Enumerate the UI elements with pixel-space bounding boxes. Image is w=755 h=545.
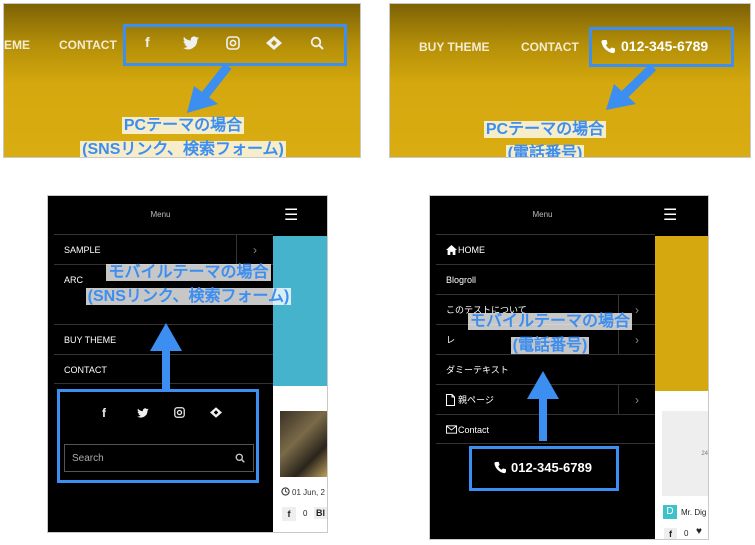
pc-sns-panel: EME CONTACT f PCテーマの場合 (SNSリンク、検索フォーム): [3, 3, 361, 158]
callout-title: PCテーマの場合: [483, 121, 607, 138]
callout-subtitle: (電話番号): [505, 145, 585, 157]
pc-sns-callout: PCテーマの場合 (SNSリンク、検索フォーム): [4, 114, 360, 158]
pc-phone-panel: BUY THEME CONTACT 012-345-6789 PCテーマの場合 …: [389, 3, 751, 158]
mobile-phone-panel: Menu ☰ 24 D Mr. Dig f 0 ♥ HOME Blogroll …: [429, 195, 709, 540]
callout-subtitle: (電話番号): [510, 337, 590, 354]
callout-subtitle: (SNSリンク、検索フォーム): [85, 288, 292, 305]
callout-arrow: [527, 371, 559, 441]
mobile-sns-callout: モバイルテーマの場合 (SNSリンク、検索フォーム): [48, 261, 327, 309]
callout-title: PCテーマの場合: [121, 117, 245, 134]
mobile-phone-callout: モバイルテーマの場合 (電話番号): [430, 310, 670, 358]
callout-arrow: [150, 323, 182, 389]
callout-title: モバイルテーマの場合: [106, 264, 271, 281]
mobile-sns-panel: Menu ☰ 01 Jun, 2 f 0 Bl SAMPLE › ARC BUY …: [47, 195, 328, 533]
callout-title: モバイルテーマの場合: [467, 313, 632, 330]
pc-phone-callout: PCテーマの場合 (電話番号): [390, 118, 700, 157]
callout-subtitle: (SNSリンク、検索フォーム): [80, 141, 286, 158]
